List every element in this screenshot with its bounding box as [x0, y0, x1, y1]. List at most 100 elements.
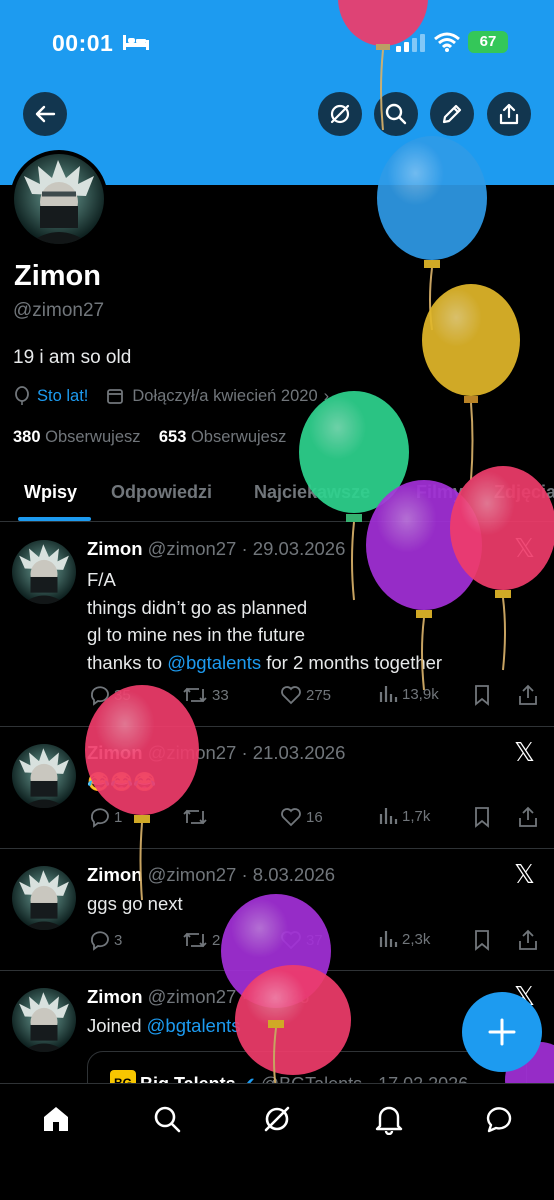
tweet-text: F/A things didn’t go as planned gl to mi…	[87, 566, 442, 676]
tweet-avatar[interactable]	[12, 540, 76, 604]
battery-indicator: 67	[468, 31, 508, 53]
divider	[0, 726, 554, 727]
heart-icon	[281, 686, 301, 705]
tweet-actions: 35 33 275 13,9k	[0, 684, 554, 708]
bookmark-icon[interactable]	[472, 806, 492, 828]
tweet-text: 😂😂😂	[87, 771, 157, 792]
tab-videos[interactable]: Filmy	[416, 482, 463, 503]
search-icon	[154, 1106, 181, 1133]
compose-button[interactable]	[462, 992, 542, 1072]
share-icon[interactable]	[518, 684, 538, 706]
tweet-avatar[interactable]	[12, 988, 76, 1052]
repost-count: 33	[212, 686, 229, 704]
tab-posts[interactable]: Wpisy	[24, 482, 77, 503]
followers-count: 653	[158, 428, 187, 446]
tweet-avatar[interactable]	[12, 744, 76, 808]
share-icon[interactable]	[518, 806, 538, 828]
search-icon	[385, 103, 407, 125]
tweet-meta: @zimon27 · 8.03.2026	[147, 864, 336, 885]
following-count: 380	[13, 428, 41, 446]
joined-date: Dołączył/a kwiecień 2020	[132, 386, 318, 405]
tweet-avatar[interactable]	[12, 866, 76, 930]
tweet-meta: @zimon27 · 29.03.2026	[147, 538, 346, 559]
divider	[0, 970, 554, 971]
back-button[interactable]	[23, 92, 67, 136]
edit-button[interactable]	[430, 92, 474, 136]
reply-button[interactable]: 3	[88, 929, 122, 951]
tweet-author-name[interactable]: Zimon	[87, 986, 143, 1007]
heart-icon	[281, 808, 301, 827]
status-time: 00:01	[52, 30, 114, 56]
tweet-author-name[interactable]: Zimon	[87, 864, 143, 885]
like-button[interactable]: 275	[280, 684, 331, 706]
share-icon	[499, 103, 519, 125]
tweet-actions: 1 16 1,7k	[0, 806, 554, 830]
nav-grok[interactable]	[257, 1102, 297, 1136]
tweet-text-fragment: Joined	[87, 1015, 147, 1036]
tweet-text: ggs go next	[87, 893, 183, 914]
tweet-author-name[interactable]: Zimon	[87, 538, 143, 559]
tweet-header: Zimon @zimon27 · 21.03.2026	[87, 742, 345, 764]
views-button[interactable]: 1,7k	[378, 806, 430, 826]
share-icon[interactable]	[518, 929, 538, 951]
repost-button[interactable]: 33	[182, 684, 229, 706]
reply-button[interactable]: 1	[88, 806, 122, 828]
status-bar: 00:01 67	[0, 22, 554, 62]
profile-bio: 19 i am so old	[13, 347, 132, 368]
view-count: 13,9k	[402, 685, 439, 703]
profile-handle: @zimon27	[13, 300, 105, 321]
tweet-meta: @zimon27 · 21.03.2026	[147, 742, 346, 763]
nav-search[interactable]	[147, 1102, 187, 1136]
bookmark-icon[interactable]	[472, 684, 492, 706]
message-icon	[486, 1107, 512, 1133]
grok-icon	[264, 1106, 290, 1132]
repost-count: 2	[212, 931, 221, 949]
mention-link[interactable]: @bgtalents	[167, 652, 261, 673]
mention-link[interactable]: @bgtalents	[147, 1015, 241, 1036]
tweet-text-fragment: thanks to	[87, 651, 168, 673]
tweet-text-fragment: for 2 months together	[261, 651, 443, 673]
wifi-icon	[434, 32, 460, 52]
profile-avatar[interactable]	[10, 150, 108, 248]
tab-replies[interactable]: Odpowiedzi	[111, 482, 212, 503]
tweet-header: Zimon @zimon27 · 2.2026	[87, 986, 309, 1008]
tweet-text: Joined @bgtalents	[87, 1012, 241, 1040]
reply-button[interactable]: 35	[88, 684, 131, 706]
tweet-author-name[interactable]: Zimon	[87, 742, 143, 763]
heart-icon	[281, 931, 301, 950]
grok-button[interactable]	[318, 92, 362, 136]
bookmark-icon[interactable]	[472, 929, 492, 951]
views-chart-icon	[379, 931, 398, 947]
views-button[interactable]: 13,9k	[378, 684, 439, 704]
nav-home[interactable]	[36, 1102, 76, 1136]
like-button[interactable]: 16	[280, 806, 323, 828]
views-chart-icon	[379, 686, 398, 702]
follow-stats[interactable]: 380 Obserwujesz 653 Obserwujesz	[13, 428, 286, 447]
grok-icon	[330, 104, 350, 124]
x-logo-icon: 𝕏	[514, 534, 535, 564]
balloon	[422, 284, 520, 481]
tab-highlights[interactable]: Najciekawsze	[254, 482, 370, 503]
share-button[interactable]	[487, 92, 531, 136]
balloon-icon	[15, 386, 29, 405]
search-profile-button[interactable]	[374, 92, 418, 136]
tweet-line: things didn’t go as planned	[87, 596, 308, 618]
followers-label: Obserwujesz	[190, 428, 287, 446]
nav-notifications[interactable]	[369, 1102, 409, 1136]
repost-icon	[183, 932, 207, 948]
reply-count: 35	[114, 686, 131, 704]
repost-button[interactable]: 2	[182, 929, 220, 951]
x-logo-icon: 𝕏	[514, 738, 535, 768]
views-button[interactable]: 2,3k	[378, 929, 430, 949]
bottom-navigation	[0, 1083, 554, 1200]
reply-icon	[91, 931, 109, 951]
view-count: 2,3k	[402, 930, 431, 948]
tweet-line: F/A	[87, 569, 116, 590]
repost-button[interactable]	[182, 806, 212, 828]
like-button[interactable]: 37	[280, 929, 323, 951]
repost-icon	[183, 687, 207, 703]
birthday-link[interactable]: Sto lat!	[37, 387, 88, 406]
nav-messages[interactable]	[479, 1102, 519, 1136]
tab-photos[interactable]: Zdjęcia	[494, 482, 554, 503]
reply-count: 3	[114, 931, 123, 949]
